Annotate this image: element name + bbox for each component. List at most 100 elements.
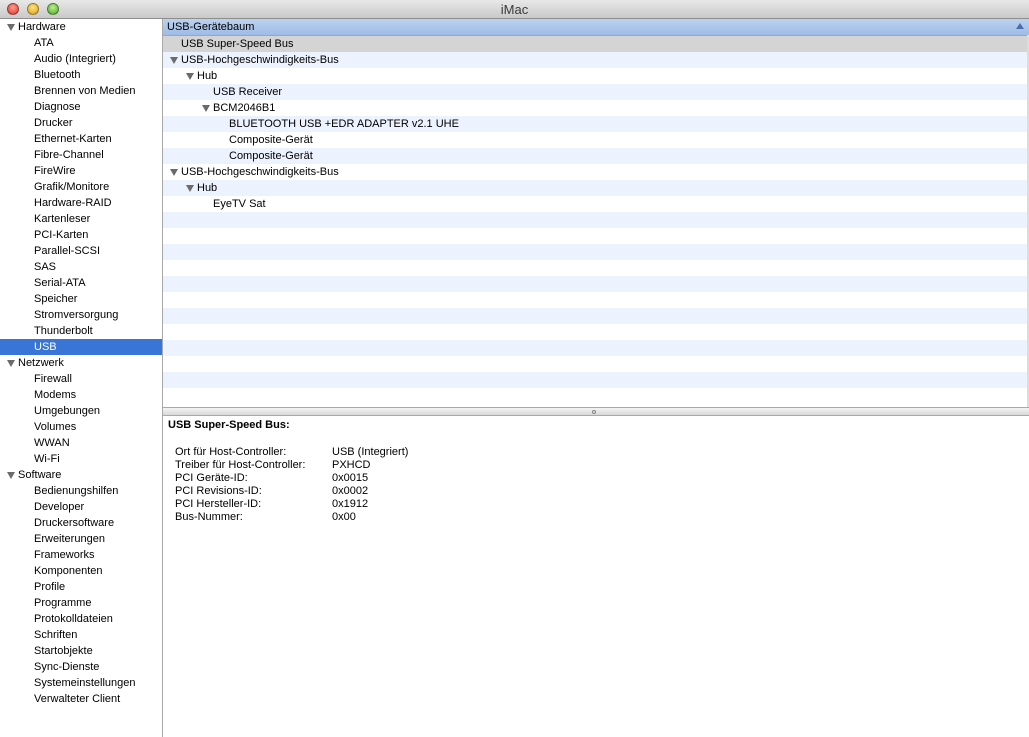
sidebar-item-ethernet-karten[interactable]: Ethernet-Karten — [0, 131, 162, 147]
tree-row[interactable]: BCM2046B1 — [163, 100, 1029, 116]
tree-row[interactable]: USB Receiver — [163, 84, 1029, 100]
sidebar-item-bluetooth[interactable]: Bluetooth — [0, 67, 162, 83]
tree-row[interactable]: Hub — [163, 180, 1029, 196]
sidebar-item-firewire[interactable]: FireWire — [0, 163, 162, 179]
tree-row[interactable]: USB-Hochgeschwindigkeits-Bus — [163, 164, 1029, 180]
pane-splitter[interactable] — [163, 407, 1029, 416]
sidebar-item-startobjekte[interactable]: Startobjekte — [0, 643, 162, 659]
property-key: PCI Geräte-ID: — [175, 472, 248, 484]
sidebar-item-frameworks[interactable]: Frameworks — [0, 547, 162, 563]
disclosure-triangle-icon[interactable] — [170, 169, 178, 176]
tree-row-label: BCM2046B1 — [213, 102, 276, 114]
tree-row-label: USB Super-Speed Bus — [181, 38, 294, 50]
detail-title: USB Super-Speed Bus: — [168, 419, 290, 431]
sidebar-item-komponenten[interactable]: Komponenten — [0, 563, 162, 579]
sidebar-item-sas[interactable]: SAS — [0, 259, 162, 275]
property-row: Treiber für Host-Controller: PXHCD — [175, 459, 371, 472]
sidebar-item-wwan[interactable]: WWAN — [0, 435, 162, 451]
sidebar-item-usb[interactable]: USB — [0, 339, 162, 355]
property-row: Ort für Host-Controller: USB (Integriert) — [175, 446, 408, 459]
sidebar-item-systemeinstellungen[interactable]: Systemeinstellungen — [0, 675, 162, 691]
sidebar-group-label: Netzwerk — [18, 357, 64, 369]
tree-row[interactable]: USB Super-Speed Bus — [163, 36, 1029, 52]
sidebar-item-developer[interactable]: Developer — [0, 499, 162, 515]
sidebar-item-erweiterungen[interactable]: Erweiterungen — [0, 531, 162, 547]
tree-row-label: Hub — [197, 70, 218, 82]
tree-row[interactable]: Composite-Gerät — [163, 132, 1029, 148]
sidebar-group-netzwerk[interactable]: Netzwerk — [0, 355, 162, 371]
sidebar-item-grafik-monitore[interactable]: Grafik/Monitore — [0, 179, 162, 195]
sidebar-item-programme[interactable]: Programme — [0, 595, 162, 611]
sidebar-group-software[interactable]: Software — [0, 467, 162, 483]
sidebar-group-hardware[interactable]: Hardware — [0, 19, 162, 35]
tree-column-header[interactable]: USB-Gerätebaum — [163, 19, 1029, 36]
disclosure-triangle-icon[interactable] — [170, 57, 178, 64]
usb-device-tree: USB-Gerätebaum USB Super-Speed Bus USB-Ho… — [163, 19, 1029, 407]
sidebar-item-diagnose[interactable]: Diagnose — [0, 99, 162, 115]
sidebar-item-brennen-von-medien[interactable]: Brennen von Medien — [0, 83, 162, 99]
sidebar-item-sync-dienste[interactable]: Sync-Dienste — [0, 659, 162, 675]
tree-header-label: USB-Gerätebaum — [167, 21, 255, 33]
sidebar-item-speicher[interactable]: Speicher — [0, 291, 162, 307]
sidebar-item-ata[interactable]: ATA — [0, 35, 162, 51]
empty-row — [163, 276, 1029, 292]
disclosure-triangle-icon[interactable] — [202, 105, 210, 112]
tree-row-label: Composite-Gerät — [229, 134, 313, 146]
sidebar-item-druckersoftware[interactable]: Druckersoftware — [0, 515, 162, 531]
property-row: PCI Revisions-ID: 0x0002 — [175, 485, 368, 498]
sidebar-item-wi-fi[interactable]: Wi-Fi — [0, 451, 162, 467]
property-value: 0x1912 — [332, 498, 369, 510]
sidebar-item-parallel-scsi[interactable]: Parallel-SCSI — [0, 243, 162, 259]
empty-row — [163, 356, 1029, 372]
empty-row — [163, 260, 1029, 276]
title-bar: iMac — [0, 0, 1029, 19]
sidebar-item-verwalteter-client[interactable]: Verwalteter Client — [0, 691, 162, 707]
disclosure-triangle-icon[interactable] — [7, 360, 15, 367]
property-row: PCI Geräte-ID: 0x0015 — [175, 472, 368, 485]
disclosure-triangle-icon[interactable] — [186, 73, 194, 80]
property-row: PCI Hersteller-ID: 0x1912 — [175, 498, 368, 511]
sidebar-item-hardware-raid[interactable]: Hardware-RAID — [0, 195, 162, 211]
empty-row — [163, 324, 1029, 340]
tree-rows: USB Super-Speed Bus USB-Hochgeschwindigke… — [163, 36, 1029, 404]
window-title: iMac — [500, 2, 529, 17]
tree-row[interactable]: BLUETOOTH USB +EDR ADAPTER v2.1 UHE — [163, 116, 1029, 132]
sidebar-item-kartenleser[interactable]: Kartenleser — [0, 211, 162, 227]
tree-row[interactable]: Composite-Gerät — [163, 148, 1029, 164]
tree-row[interactable]: USB-Hochgeschwindigkeits-Bus — [163, 52, 1029, 68]
sidebar-item-audio-integriert[interactable]: Audio (Integriert) — [0, 51, 162, 67]
tree-row-label: BLUETOOTH USB +EDR ADAPTER v2.1 UHE — [229, 118, 459, 130]
disclosure-triangle-icon[interactable] — [7, 24, 15, 31]
sidebar-item-modems[interactable]: Modems — [0, 387, 162, 403]
empty-row — [163, 244, 1029, 260]
sidebar-item-schriften[interactable]: Schriften — [0, 627, 162, 643]
empty-row — [163, 308, 1029, 324]
tree-row-label: Composite-Gerät — [229, 150, 313, 162]
sidebar-item-serial-ata[interactable]: Serial-ATA — [0, 275, 162, 291]
sidebar-item-protokolldateien[interactable]: Protokolldateien — [0, 611, 162, 627]
property-value: 0x0015 — [332, 472, 369, 484]
property-value: 0x00 — [332, 511, 356, 523]
sidebar-item-profile[interactable]: Profile — [0, 579, 162, 595]
tree-row[interactable]: Hub — [163, 68, 1029, 84]
sort-ascending-icon — [1016, 23, 1024, 29]
empty-row — [163, 372, 1029, 388]
property-key: Ort für Host-Controller: — [175, 446, 287, 458]
detail-pane: USB Super-Speed Bus: Ort für Host-Contro… — [163, 416, 1029, 737]
sidebar-item-firewall[interactable]: Firewall — [0, 371, 162, 387]
sidebar-item-volumes[interactable]: Volumes — [0, 419, 162, 435]
sidebar-item-thunderbolt[interactable]: Thunderbolt — [0, 323, 162, 339]
sidebar-item-stromversorgung[interactable]: Stromversorgung — [0, 307, 162, 323]
tree-row[interactable]: EyeTV Sat — [163, 196, 1029, 212]
property-key: Bus-Nummer: — [175, 511, 243, 523]
empty-row — [163, 228, 1029, 244]
disclosure-triangle-icon[interactable] — [7, 472, 15, 479]
empty-row — [163, 212, 1029, 228]
empty-row — [163, 292, 1029, 308]
sidebar-item-umgebungen[interactable]: Umgebungen — [0, 403, 162, 419]
disclosure-triangle-icon[interactable] — [186, 185, 194, 192]
sidebar-item-bedienungshilfen[interactable]: Bedienungshilfen — [0, 483, 162, 499]
sidebar-item-drucker[interactable]: Drucker — [0, 115, 162, 131]
sidebar-item-fibre-channel[interactable]: Fibre-Channel — [0, 147, 162, 163]
sidebar-item-pci-karten[interactable]: PCI-Karten — [0, 227, 162, 243]
